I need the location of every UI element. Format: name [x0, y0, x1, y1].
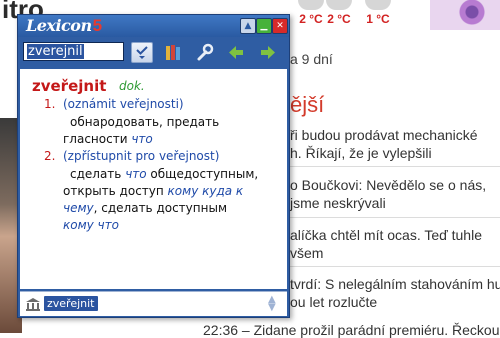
weather-temp: 2 °C	[327, 12, 351, 26]
translation-object: кому что	[63, 218, 119, 232]
bg-news-line[interactable]: tvrdí: S nelegálním stahováním hu	[290, 276, 500, 292]
bg-news-line[interactable]: jsme neskrývali	[290, 195, 386, 211]
cloud-icon	[326, 0, 352, 10]
bg-news-line[interactable]: alíčka chtěl mít ocas. Teď tuhle	[290, 227, 482, 243]
translation-text: сделать	[70, 167, 126, 181]
arrow-right-icon	[261, 46, 275, 59]
translation-object: кому куда к	[167, 184, 244, 198]
check-dropdown-icon	[136, 46, 148, 59]
bg-news-line[interactable]: h. Říkají, že je vylepšili	[290, 145, 432, 161]
entry-headword: zveřejnit	[32, 77, 107, 95]
bg-news-line[interactable]: o Boučkovi: Nevědělo se o nás,	[290, 177, 486, 193]
search-input-value: zverejnil	[27, 44, 84, 59]
divider	[288, 166, 500, 167]
bg-date-text: a 9 dní	[290, 51, 333, 67]
translation-line: обнародовать, предать	[70, 115, 219, 129]
bg-news-line[interactable]: ři budou prodávat mechanické	[290, 127, 478, 143]
weather-day-3: 1 °C	[358, 0, 398, 26]
library-icon[interactable]	[25, 297, 41, 311]
translation-text: открыть доступ	[63, 184, 168, 198]
entry-part-of-speech: dok.	[119, 79, 145, 93]
window-minimize-button[interactable]: ▁	[256, 18, 272, 34]
scroll-arrows-icon[interactable]: ▲ ▼	[268, 295, 276, 313]
bg-section-heading: ější	[290, 92, 325, 117]
translation-text: , сделать доступным	[93, 201, 227, 215]
translation-text: общедоступным,	[146, 167, 259, 181]
search-input[interactable]: zverejnil	[23, 42, 124, 61]
weather-day-2: 2 °C	[319, 0, 359, 26]
sense-number: 1.	[44, 97, 56, 111]
translation-line: чему, сделать доступным	[63, 201, 227, 215]
weather-map[interactable]	[430, 0, 500, 30]
forward-button[interactable]	[257, 42, 279, 63]
divider	[288, 217, 500, 218]
lexicon-logo: Lexicon5	[26, 16, 102, 36]
cloud-icon	[365, 0, 391, 10]
dictionary-entry-panel: zveřejnit dok. 1. (oznámit veřejnosti) о…	[20, 69, 287, 289]
back-button[interactable]	[225, 42, 247, 63]
bg-news-line[interactable]: všem	[290, 245, 323, 261]
translation-line: сделать что общедоступным,	[70, 167, 258, 181]
translation-line: открыть доступ кому куда к	[63, 184, 243, 198]
arrow-left-icon	[229, 46, 243, 59]
window-close-button[interactable]: ✕	[272, 18, 288, 34]
sense-number: 2.	[44, 149, 56, 163]
weather-temp: 1 °C	[366, 12, 390, 26]
books-icon	[166, 45, 180, 60]
divider	[288, 266, 500, 267]
translation-object: что	[125, 167, 147, 181]
translation-text: обнародовать, предать	[70, 115, 220, 129]
window-up-button[interactable]: ▲	[240, 18, 256, 34]
translation-line: кому что	[63, 218, 119, 232]
lexicon-toolbar: zverejnil	[18, 37, 289, 69]
dictionaries-button[interactable]	[163, 42, 185, 63]
settings-button[interactable]	[194, 42, 216, 63]
search-options-button[interactable]	[131, 42, 153, 63]
translation-text: гласности	[63, 132, 132, 146]
sense-gloss: (zpřístupnit pro veřejnost)	[63, 149, 220, 163]
lexicon-logo-version: 5	[92, 16, 102, 35]
translation-line: гласности что	[63, 132, 153, 146]
wrench-icon	[197, 43, 214, 61]
lexicon-popup-window: Lexicon5 ▲ ▁ ✕ zverejnil zveřejnit dok. …	[17, 14, 290, 318]
sense-gloss: (oznámit veřejnosti)	[63, 97, 184, 111]
translation-object: чему	[63, 201, 94, 215]
history-word-tag[interactable]: zveřejnit	[44, 296, 98, 311]
lexicon-statusbar: zveřejnit ▲ ▼	[20, 291, 287, 316]
lexicon-titlebar[interactable]: Lexicon5 ▲ ▁ ✕	[18, 15, 289, 37]
bg-news-line[interactable]: 22:36 – Zidane prožil parádní premiéru. …	[203, 322, 500, 338]
translation-object: что	[131, 132, 153, 146]
lexicon-logo-text: Lexicon	[26, 16, 92, 35]
bg-news-line[interactable]: ou let rozlučte	[290, 294, 377, 310]
